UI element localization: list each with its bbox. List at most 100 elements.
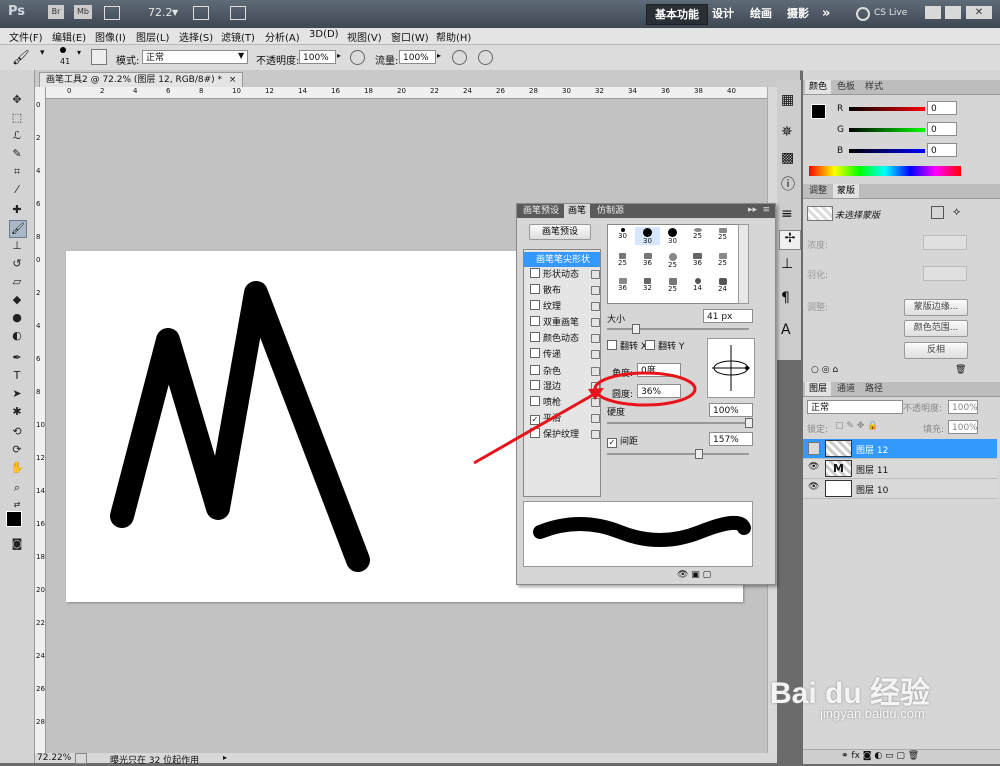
lock-icon[interactable] <box>591 302 600 311</box>
brush-shape-ellipse[interactable] <box>708 339 754 397</box>
channel-g-input[interactable]: 0 <box>927 122 957 136</box>
brush-tip[interactable]: 25 <box>685 227 710 245</box>
info-panel-icon[interactable]: ⓘ <box>781 174 795 194</box>
history-panel-icon[interactable]: ▦ <box>781 92 794 108</box>
checkbox[interactable] <box>530 348 540 358</box>
brush-tip[interactable]: 25 <box>660 277 685 295</box>
brush-tip[interactable]: 14 <box>685 277 710 295</box>
layer-name[interactable]: 图层 12 <box>856 443 888 456</box>
pixel-mask-icon[interactable] <box>931 206 944 219</box>
spacing-slider[interactable] <box>607 453 749 455</box>
lock-icon[interactable] <box>591 350 600 359</box>
hardness-input[interactable]: 100% <box>709 403 753 417</box>
tab-paths[interactable]: 路径 <box>861 382 887 396</box>
lock-icon[interactable] <box>591 367 600 376</box>
spacing-input[interactable]: 157% <box>709 432 753 446</box>
lock-icon[interactable] <box>591 270 600 279</box>
checkbox-checked[interactable]: ✓ <box>530 415 540 425</box>
brush-tip[interactable]: 25 <box>710 227 735 245</box>
status-menu-arrow[interactable]: ▸ <box>223 753 227 762</box>
option-row[interactable]: 形状动态 <box>530 267 602 282</box>
option-row[interactable]: 双重画笔 <box>530 315 602 330</box>
checkbox[interactable] <box>530 380 540 390</box>
option-row[interactable]: 传递 <box>530 347 602 362</box>
option-row[interactable]: 湿边 <box>530 379 602 394</box>
lock-icon[interactable] <box>591 398 600 407</box>
color-range-button[interactable]: 颜色范围... <box>904 320 968 337</box>
layer-row[interactable]: 图层 12 <box>803 439 997 459</box>
channel-b-slider[interactable] <box>849 149 925 153</box>
brush-tip[interactable]: 25 <box>660 252 685 270</box>
checkbox[interactable] <box>530 300 540 310</box>
blend-mode-select[interactable]: 正常 <box>807 400 903 414</box>
tab-styles[interactable]: 样式 <box>861 80 887 94</box>
flip-y-row[interactable]: 翻转 Y <box>645 339 684 352</box>
clone-source-panel-icon[interactable]: ⊥ <box>781 256 793 272</box>
eye-icon[interactable]: 👁 <box>808 462 819 473</box>
option-row[interactable]: 散布 <box>530 283 602 298</box>
layers-opacity-input[interactable]: 100% <box>948 400 978 414</box>
brush-angle-preview[interactable] <box>707 338 755 398</box>
channel-r-slider[interactable] <box>849 107 925 111</box>
invert-button[interactable]: 反相 <box>904 342 968 359</box>
eye-icon[interactable]: 👁 <box>808 482 819 493</box>
brush-tip[interactable]: 36 <box>685 252 710 270</box>
tab-brush-presets[interactable]: 画笔预设 <box>519 204 563 218</box>
checkbox[interactable] <box>530 268 540 278</box>
tab-brush[interactable]: 画笔 <box>564 204 591 218</box>
layer-row[interactable]: 👁 M 图层 11 <box>803 459 997 479</box>
lock-icon[interactable] <box>591 382 600 391</box>
option-row[interactable]: 保护纹理 <box>530 427 602 442</box>
tab-layers[interactable]: 图层 <box>805 382 832 396</box>
foreground-swatch[interactable] <box>811 104 826 119</box>
brush-tip[interactable]: 32 <box>635 277 660 295</box>
tip-grid-scrollbar[interactable] <box>738 224 749 304</box>
brush-panel-footer-icons[interactable]: 👁 ▣ ▢ <box>677 570 711 580</box>
checkbox[interactable] <box>530 365 540 375</box>
brush-presets-panel-icon[interactable]: ≡ <box>781 206 793 222</box>
hardness-slider[interactable] <box>607 422 749 424</box>
checkbox-checked[interactable]: ✓ <box>607 438 617 448</box>
layer-name[interactable]: 图层 10 <box>856 483 888 496</box>
layer-name[interactable]: 图层 11 <box>856 463 888 476</box>
status-icon[interactable] <box>75 753 87 764</box>
tab-color[interactable]: 颜色 <box>805 80 832 94</box>
lock-icon[interactable] <box>591 334 600 343</box>
option-row[interactable]: 纹理 <box>530 299 602 314</box>
brush-tip[interactable]: 24 <box>710 277 735 295</box>
lock-icons[interactable]: □ ✎ ✥ 🔒 <box>835 421 878 431</box>
checkbox[interactable] <box>645 340 655 350</box>
trash-icon[interactable]: 🗑 <box>955 365 966 375</box>
option-row[interactable]: 颜色动态 <box>530 331 602 346</box>
layer-row[interactable]: 👁 图层 10 <box>803 479 997 499</box>
size-slider-thumb[interactable] <box>632 324 640 334</box>
panel-menu-icon[interactable]: ≡ <box>762 205 770 215</box>
visibility-toggle[interactable] <box>808 442 820 455</box>
layers-footer-icons[interactable]: ⚭ fx ◙ ◐ ▭ ▢ 🗑 <box>841 751 919 761</box>
mask-footer-icons[interactable]: ○ ◎ ⌂ <box>811 365 838 375</box>
tab-masks[interactable]: 蒙版 <box>833 184 860 198</box>
channel-g-slider[interactable] <box>849 128 925 132</box>
fill-input[interactable]: 100% <box>948 420 978 434</box>
size-input[interactable]: 41 px <box>703 309 753 323</box>
option-row[interactable]: 喷枪 <box>530 395 602 410</box>
status-zoom[interactable]: 72.22% <box>37 753 71 763</box>
spacing-row[interactable]: ✓ 间距 <box>607 434 638 448</box>
brush-tip[interactable]: 30 <box>610 227 635 245</box>
brush-tip[interactable]: 36 <box>610 277 635 295</box>
lock-icon[interactable] <box>591 286 600 295</box>
brush-tip[interactable]: 30 <box>660 227 685 245</box>
size-slider[interactable] <box>607 328 749 330</box>
lock-icon[interactable] <box>591 430 600 439</box>
angle-input[interactable]: 0度 <box>637 363 681 377</box>
checkbox[interactable] <box>530 396 540 406</box>
brush-tip[interactable]: 36 <box>635 252 660 270</box>
checkbox[interactable] <box>530 284 540 294</box>
lock-icon[interactable] <box>591 414 600 423</box>
character-panel-icon[interactable]: A <box>781 322 791 338</box>
lock-icon[interactable] <box>591 318 600 327</box>
navigator-panel-icon[interactable]: ✵ <box>781 124 793 140</box>
density-input[interactable] <box>923 235 967 250</box>
brush-tip[interactable]: 25 <box>710 252 735 270</box>
option-row[interactable]: ✓ 平滑 <box>530 411 602 426</box>
